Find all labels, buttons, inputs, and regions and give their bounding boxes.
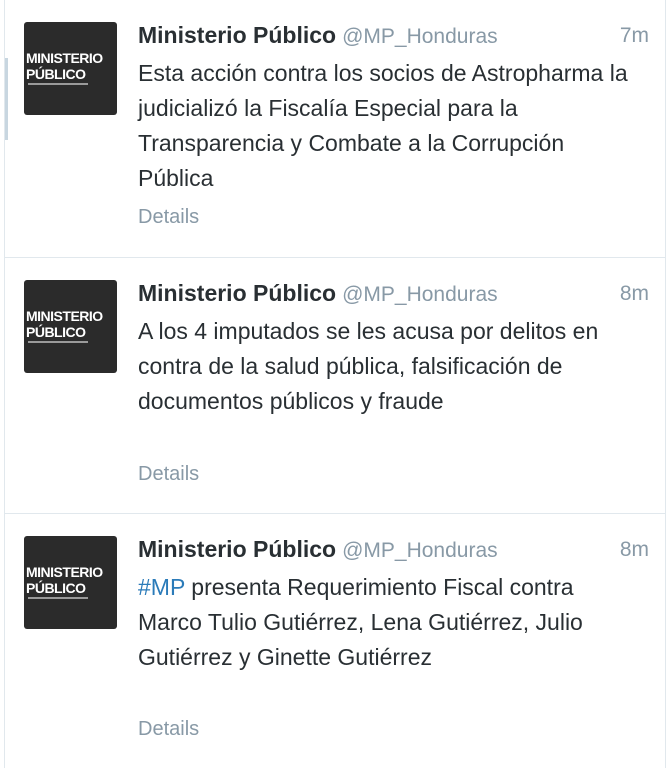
tweet-timestamp[interactable]: 8m <box>620 538 649 562</box>
ministerio-publico-avatar-icon[interactable]: MINISTERIO PÚBLICO <box>24 536 117 629</box>
avatar-logo-line1: MINISTERIO <box>26 564 103 580</box>
tweet-author-handle[interactable]: @MP_Honduras <box>342 25 498 48</box>
tweet-details-link[interactable]: Details <box>138 718 199 741</box>
tweet-author-name[interactable]: Ministerio Público <box>138 22 336 48</box>
tweet-author-name[interactable]: Ministerio Público <box>138 536 336 562</box>
avatar-logo-line1: MINISTERIO <box>26 50 103 66</box>
avatar-logo-line2: PÚBLICO <box>26 324 86 340</box>
avatar-logo-line1: MINISTERIO <box>26 308 103 324</box>
ministerio-publico-avatar-icon[interactable]: MINISTERIO PÚBLICO <box>24 280 117 373</box>
tweet-hashtag-link[interactable]: #MP <box>138 574 185 600</box>
tweet-timestamp[interactable]: 8m <box>620 282 649 306</box>
avatar-logo-underline <box>28 83 88 85</box>
tweet-item[interactable]: MINISTERIO PÚBLICO Ministerio Público @MP… <box>5 258 665 514</box>
tweet-text: Esta acción contra los socios de Astroph… <box>138 60 628 191</box>
tweet-header: Ministerio Público @MP_Honduras 8m <box>138 536 649 566</box>
tweet-author-name[interactable]: Ministerio Público <box>138 280 336 306</box>
tweet-details-link[interactable]: Details <box>138 463 199 486</box>
tweet-text: A los 4 imputados se les acusa por delit… <box>138 318 599 414</box>
avatar-logo-line2: PÚBLICO <box>26 580 86 596</box>
tweet-item[interactable]: MINISTERIO PÚBLICO Ministerio Público @MP… <box>5 514 665 768</box>
ministerio-publico-avatar-icon[interactable]: MINISTERIO PÚBLICO <box>24 22 117 115</box>
tweet-author-handle[interactable]: @MP_Honduras <box>342 539 498 562</box>
tweet-text: #MP presenta Requerimiento Fiscal contra… <box>138 570 638 675</box>
avatar-logo-underline <box>28 597 88 599</box>
avatar-logo-line2: PÚBLICO <box>26 66 86 82</box>
tweet-header: Ministerio Público @MP_Honduras 8m <box>138 280 649 310</box>
tweet-text-body: presenta Requerimiento Fiscal contra Mar… <box>138 574 583 670</box>
avatar-logo-underline <box>28 341 88 343</box>
tweet-header: Ministerio Público @MP_Honduras 7m <box>138 22 649 52</box>
tweet-timeline: MINISTERIO PÚBLICO Ministerio Público @MP… <box>4 0 666 768</box>
tweet-item[interactable]: MINISTERIO PÚBLICO Ministerio Público @MP… <box>5 0 665 258</box>
tweet-timestamp[interactable]: 7m <box>620 24 649 48</box>
tweet-author-handle[interactable]: @MP_Honduras <box>342 283 498 306</box>
tweet-details-link[interactable]: Details <box>138 206 199 229</box>
